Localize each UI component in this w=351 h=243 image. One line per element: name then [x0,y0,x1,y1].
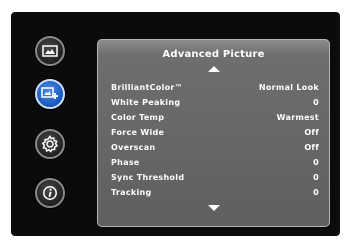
menu-row-value: Normal Look [258,82,319,92]
menu-row-label: Color Temp [111,112,165,122]
menu-row-value: Off [304,127,319,137]
menu-row-color-temp[interactable]: Color Temp Warmest [111,110,319,124]
menu-row-sync-threshold[interactable]: Sync Threshold 0 [111,170,319,184]
menu-row-value: 0 [313,157,319,167]
menu-row-value: 0 [313,97,319,107]
info-icon [43,186,57,200]
menu-row-value: 0 [313,172,319,182]
projector-osd-screen: Advanced Picture BrilliantColor™ Normal … [11,12,340,236]
menu-row-value: Off [304,142,319,152]
picture-icon [42,45,58,57]
menu-row-label: BrilliantColor™ [111,82,183,92]
menu-row-label: Tracking [111,187,152,197]
menu-row-tracking[interactable]: Tracking 0 [111,185,319,199]
menu-row-label: Sync Threshold [111,172,185,182]
scroll-up-arrow-icon[interactable] [207,66,220,72]
menu-row-brilliantcolor[interactable]: BrilliantColor™ Normal Look [111,80,319,94]
advanced-picture-icon [41,87,58,99]
menu-row-white-peaking[interactable]: White Peaking 0 [111,95,319,109]
advanced-picture-panel: Advanced Picture BrilliantColor™ Normal … [97,39,330,227]
menu-row-phase[interactable]: Phase 0 [111,155,319,169]
menu-row-label: White Peaking [111,97,181,107]
picture-menu-button[interactable] [35,36,65,66]
menu-row-label: Phase [111,157,140,167]
scroll-down-arrow-icon[interactable] [207,205,220,211]
settings-menu-button[interactable] [35,129,65,159]
menu-row-label: Overscan [111,142,156,152]
advanced-picture-menu-button[interactable] [35,79,65,109]
menu-row-value: Warmest [276,112,319,122]
information-menu-button[interactable] [35,178,65,208]
gear-icon [41,135,59,153]
menu-row-overscan[interactable]: Overscan Off [111,140,319,154]
panel-title: Advanced Picture [162,49,265,60]
menu-row-force-wide[interactable]: Force Wide Off [111,125,319,139]
menu-row-value: 0 [313,187,319,197]
menu-row-label: Force Wide [111,127,165,137]
